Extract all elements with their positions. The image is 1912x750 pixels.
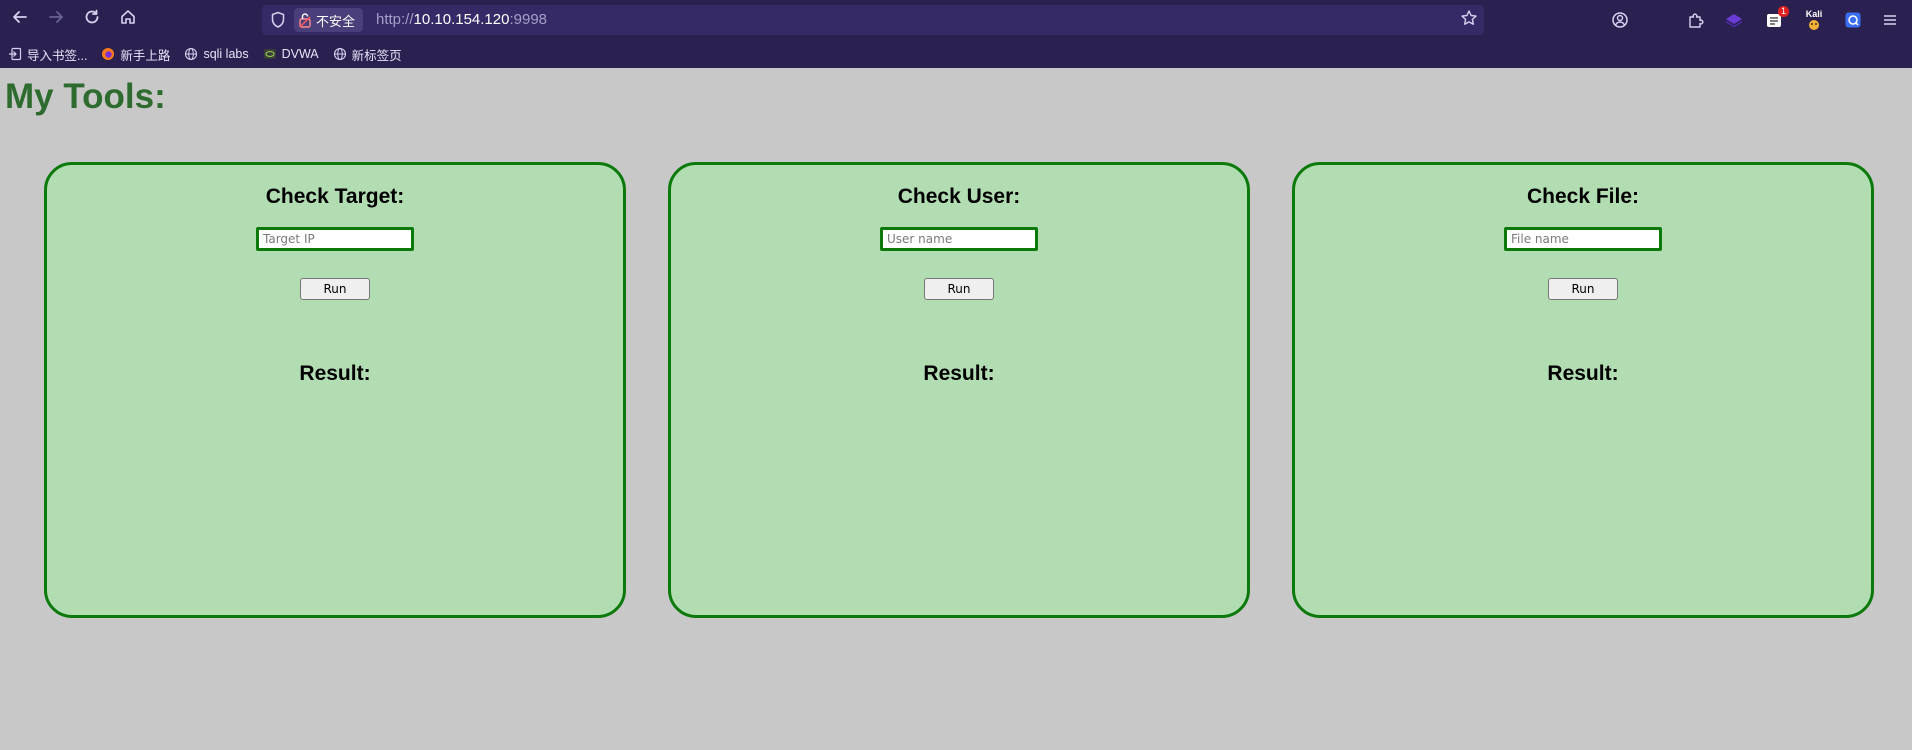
run-button[interactable]: Run xyxy=(924,278,994,300)
url-port: :9998 xyxy=(509,11,548,28)
extension-badge: 1 xyxy=(1777,6,1789,17)
bookmark-label: 新手上路 xyxy=(120,48,171,63)
bookmark-label: 导入书签... xyxy=(27,48,88,63)
browser-toolbar: 不安全 http://10.10.154.120:9998 1 Kali xyxy=(0,0,1912,40)
card-title: Check Target: xyxy=(265,185,405,208)
forward-button[interactable] xyxy=(44,8,68,32)
url-text[interactable]: http://10.10.154.120:9998 xyxy=(376,11,547,28)
page-title: My Tools: xyxy=(5,77,166,116)
card-title: Check User: xyxy=(897,185,1021,208)
bookmark-getting-started[interactable]: 新手上路 xyxy=(101,45,170,64)
kali-label: Kali xyxy=(1805,8,1823,19)
user-name-input[interactable] xyxy=(880,227,1038,251)
check-user-card: Check User: Run Result: xyxy=(668,162,1250,618)
insecure-lock-icon xyxy=(299,13,311,28)
arrow-left-icon xyxy=(13,11,27,23)
card-title: Check File: xyxy=(1526,185,1640,208)
hackbar-icon[interactable]: 1 xyxy=(1763,6,1789,31)
import-icon xyxy=(9,47,22,61)
bookmark-dvwa[interactable]: DVWA xyxy=(263,47,319,61)
home-icon xyxy=(121,10,135,24)
bookmark-label: 新标签页 xyxy=(351,48,402,63)
extensions-puzzle-icon[interactable] xyxy=(1685,9,1707,31)
firefox-icon xyxy=(102,48,115,60)
result-label: Result: xyxy=(1547,362,1619,385)
reload-icon xyxy=(85,9,99,24)
bookmark-star-icon[interactable] xyxy=(1460,9,1478,32)
target-ip-input[interactable] xyxy=(256,227,414,251)
check-target-card: Check Target: Run Result: xyxy=(44,162,626,618)
bookmark-import[interactable]: 导入书签... xyxy=(8,45,87,64)
url-scheme: http:// xyxy=(376,11,414,28)
url-host: 10.10.154.120 xyxy=(413,11,510,28)
run-button[interactable]: Run xyxy=(1548,278,1618,300)
address-bar[interactable]: 不安全 http://10.10.154.120:9998 xyxy=(262,5,1484,35)
wappalyzer-icon[interactable] xyxy=(1723,9,1745,31)
check-file-card: Check File: Run Result: xyxy=(1292,162,1874,618)
back-button[interactable] xyxy=(8,8,32,32)
proxy-extension-icon[interactable] xyxy=(1842,9,1864,31)
security-label: 不安全 xyxy=(316,14,356,30)
result-label: Result: xyxy=(299,362,371,385)
kali-extension-icon[interactable]: Kali xyxy=(1803,9,1825,31)
globe-icon xyxy=(333,47,346,61)
bookmarks-bar: 导入书签... 新手上路 sqli labs DVWA 新标签页 xyxy=(0,40,1912,68)
menu-hamburger-icon[interactable] xyxy=(1879,9,1901,31)
arrow-right-icon xyxy=(49,11,63,23)
security-indicator[interactable]: 不安全 xyxy=(294,8,364,32)
shield-icon[interactable] xyxy=(270,11,286,33)
bookmark-label: sqli labs xyxy=(203,47,249,61)
bookmark-new-tab[interactable]: 新标签页 xyxy=(333,45,402,64)
globe-icon xyxy=(185,47,198,61)
reload-button[interactable] xyxy=(80,8,104,32)
file-name-input[interactable] xyxy=(1504,227,1662,251)
home-button[interactable] xyxy=(116,8,140,32)
dvwa-icon xyxy=(263,49,276,59)
bookmark-label: DVWA xyxy=(281,47,319,61)
result-label: Result: xyxy=(923,362,995,385)
bookmark-sqli-labs[interactable]: sqli labs xyxy=(184,47,249,61)
account-icon[interactable] xyxy=(1609,9,1631,31)
run-button[interactable]: Run xyxy=(300,278,370,300)
